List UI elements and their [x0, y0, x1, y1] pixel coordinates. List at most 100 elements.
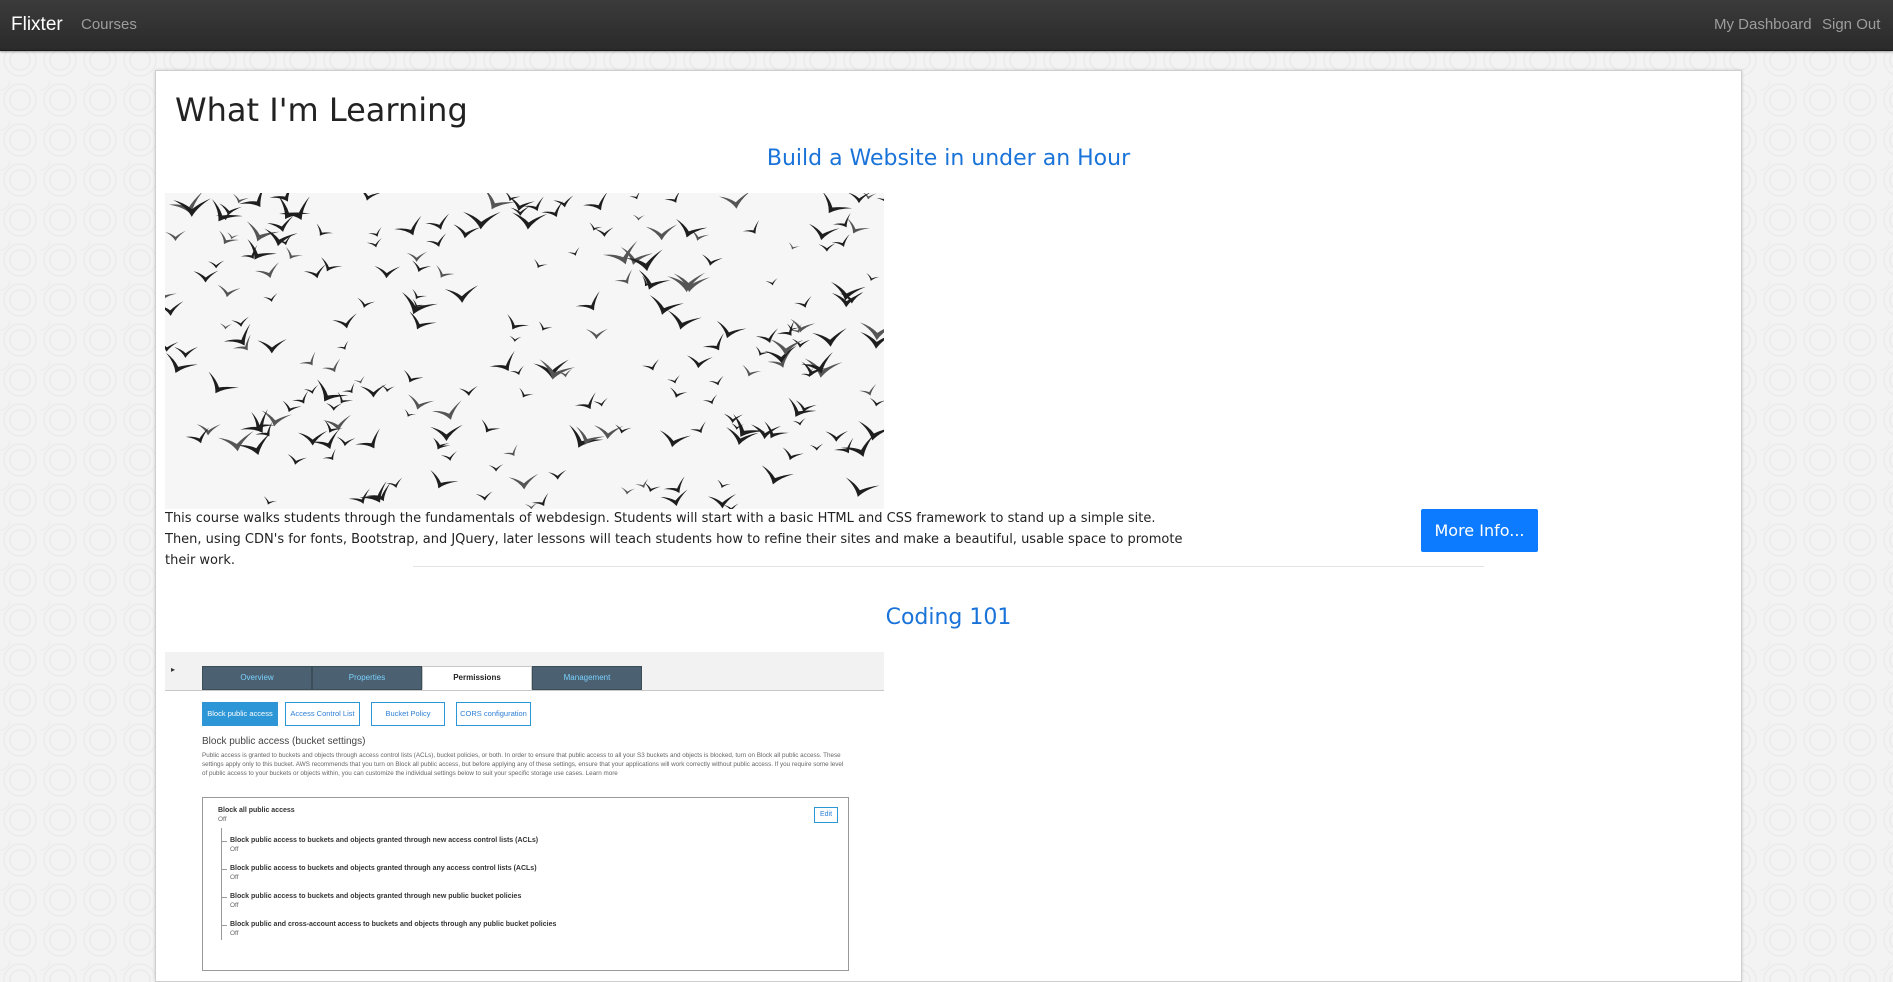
bird-icon	[463, 211, 501, 230]
bird-icon	[664, 193, 681, 203]
bird-icon	[444, 285, 479, 303]
bird-icon	[287, 453, 308, 465]
bird-icon	[436, 265, 455, 278]
bird-icon	[353, 375, 365, 384]
bird-icon	[488, 464, 504, 472]
bird-icon	[165, 301, 184, 316]
bird-icon	[412, 260, 432, 272]
bird-icon	[386, 477, 403, 488]
bird-icon	[481, 419, 501, 433]
bird-icon	[311, 429, 340, 449]
bird-icon	[830, 281, 866, 301]
aws-row-status: Off	[230, 874, 239, 881]
bird-icon	[303, 264, 326, 279]
bird-icon	[165, 352, 198, 374]
bird-icon	[638, 270, 671, 290]
bird-icon	[859, 383, 877, 396]
bird-icon	[569, 424, 604, 448]
bird-icon	[453, 224, 481, 239]
bird-icon	[165, 230, 186, 241]
bird-icon	[279, 196, 310, 220]
bird-icon	[251, 412, 276, 430]
bird-icon	[742, 220, 760, 234]
bird-icon	[509, 365, 524, 375]
aws-row-title: Block all public access	[218, 807, 295, 814]
bird-icon	[366, 237, 382, 248]
aws-settings-box: Edit Block all public access Off Block p…	[202, 797, 849, 971]
bird-icon	[788, 242, 800, 250]
aws-tree-line	[221, 828, 222, 940]
birds-flock-image	[165, 193, 884, 509]
nav-signout-link[interactable]: Sign Out	[1822, 16, 1880, 33]
more-info-button[interactable]: More Info...	[1421, 509, 1538, 552]
aws-tree-branch	[221, 841, 227, 842]
bird-icon	[406, 251, 428, 262]
bird-icon	[812, 328, 847, 347]
nav-courses-link[interactable]: Courses	[81, 16, 137, 33]
bird-icon	[368, 226, 382, 237]
bird-icon	[667, 374, 681, 384]
bird-icon	[831, 234, 850, 247]
aws-row-title: Block public access to buckets and objec…	[230, 893, 522, 900]
bird-icon	[174, 346, 198, 358]
bird-icon	[533, 259, 548, 269]
bird-icon	[278, 195, 311, 220]
course-title-link[interactable]: Build a Website in under an Hour	[156, 146, 1741, 171]
bird-icon	[489, 350, 515, 372]
bird-icon	[792, 417, 806, 426]
bird-icon	[663, 476, 685, 493]
bird-icon	[267, 215, 294, 232]
bird-icon	[620, 487, 636, 495]
aws-row-title: Block public and cross-account access to…	[230, 921, 557, 928]
bird-icon	[208, 371, 239, 394]
bird-icon	[285, 246, 304, 259]
bird-icon	[196, 424, 221, 436]
brand-link[interactable]: Flixter	[11, 14, 63, 36]
bird-icon	[508, 473, 539, 490]
bird-icon	[299, 351, 316, 366]
bird-icon	[282, 400, 302, 413]
bird-icon	[869, 397, 884, 407]
top-navbar: Flixter Courses My Dashboard Sign Out	[0, 0, 1893, 51]
bird-icon	[321, 358, 341, 373]
bird-icon	[553, 195, 574, 208]
bird-icon	[355, 428, 380, 449]
bird-icon	[649, 295, 685, 315]
bird-icon	[507, 314, 529, 330]
bird-icon	[594, 227, 614, 237]
aws-tab-management: Management	[532, 666, 642, 690]
bird-icon	[583, 193, 608, 211]
bird-icon	[755, 346, 770, 356]
bird-icon	[847, 193, 872, 204]
bird-icon	[322, 448, 336, 461]
bird-icon	[223, 323, 251, 346]
bird-icon	[531, 492, 549, 507]
bird-icon	[374, 266, 401, 279]
bird-icon	[358, 193, 382, 201]
course-description: This course walks students through the f…	[165, 511, 1183, 568]
bird-icon	[217, 284, 241, 298]
content-panel: What I'm Learning Build a Website in und…	[155, 70, 1742, 982]
nav-dashboard-link[interactable]: My Dashboard	[1714, 16, 1812, 33]
bird-icon	[409, 311, 437, 330]
bird-icon	[602, 240, 638, 265]
bird-icon	[585, 328, 608, 340]
bird-icon	[794, 296, 812, 308]
page-title: What I'm Learning	[175, 91, 468, 129]
bird-icon	[690, 421, 706, 434]
aws-tree-branch	[221, 897, 227, 898]
bird-icon	[336, 436, 356, 447]
aws-row-status: Off	[230, 846, 239, 853]
bird-icon	[394, 215, 422, 236]
bird-icon	[667, 310, 702, 330]
course-title-link[interactable]: Coding 101	[156, 605, 1741, 630]
bird-icon	[708, 375, 724, 386]
bird-icon	[575, 290, 600, 311]
bird-icon	[717, 479, 731, 488]
bird-icon	[519, 387, 534, 398]
bird-icon	[791, 338, 811, 348]
bird-icon	[357, 297, 376, 308]
bird-icon	[509, 335, 522, 342]
bird-icon	[669, 387, 688, 398]
bird-icon	[317, 379, 349, 402]
